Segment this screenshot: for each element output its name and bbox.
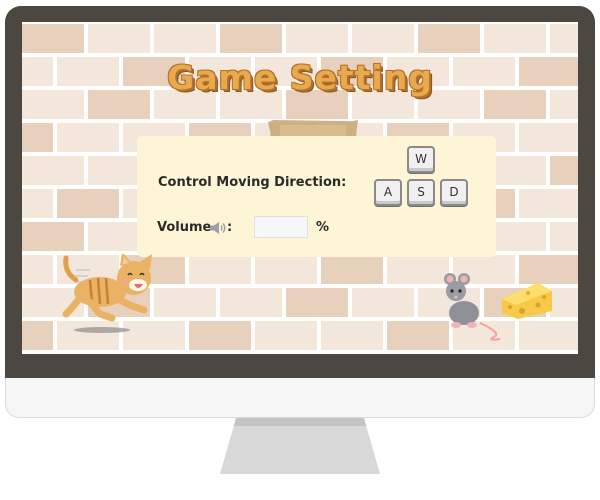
direction-label: Control Moving Direction:: [158, 175, 347, 190]
brick: [352, 288, 414, 317]
brick: [220, 24, 282, 53]
brick: [519, 321, 578, 350]
volume-percent-sign: %: [316, 220, 330, 235]
brick: [189, 255, 251, 284]
volume-colon: :: [227, 220, 233, 235]
brick: [519, 255, 578, 284]
brick: [418, 24, 480, 53]
brick: [286, 288, 348, 317]
brick: [154, 288, 216, 317]
brick: [22, 24, 84, 53]
cat-icon: [62, 254, 152, 333]
brick: [22, 189, 53, 218]
brick: [22, 255, 53, 284]
brick: [519, 189, 578, 218]
brick: [22, 156, 84, 185]
brick: [255, 321, 317, 350]
key-d-button[interactable]: D: [440, 179, 468, 206]
brick: [255, 255, 317, 284]
speaker-icon: [210, 222, 226, 234]
brick: [154, 24, 216, 53]
page-title: Game Setting: [167, 58, 433, 97]
brick: [387, 321, 449, 350]
brick: [321, 255, 383, 284]
brick: [321, 321, 383, 350]
brick: [189, 321, 251, 350]
brick: [22, 123, 53, 152]
brick: [519, 123, 578, 152]
key-w-button[interactable]: W: [407, 146, 435, 173]
game-screen: Game Setting Control Moving Direction: W…: [22, 22, 578, 354]
brick: [57, 123, 119, 152]
brick: [57, 189, 119, 218]
volume-label: Volume: [157, 220, 212, 235]
brick: [352, 24, 414, 53]
brick: [550, 24, 578, 53]
monitor-chin: [5, 378, 595, 418]
key-s-button[interactable]: S: [407, 179, 435, 206]
brick: [484, 24, 546, 53]
key-a-button[interactable]: A: [374, 179, 402, 206]
brick: [88, 24, 150, 53]
cheese-icon: [502, 283, 552, 319]
volume-input[interactable]: [254, 216, 308, 238]
brick: [550, 156, 578, 185]
brick: [550, 222, 578, 251]
brick: [22, 321, 53, 350]
brick: [220, 288, 282, 317]
brick: [387, 255, 449, 284]
brick: [286, 24, 348, 53]
brick: [22, 222, 84, 251]
